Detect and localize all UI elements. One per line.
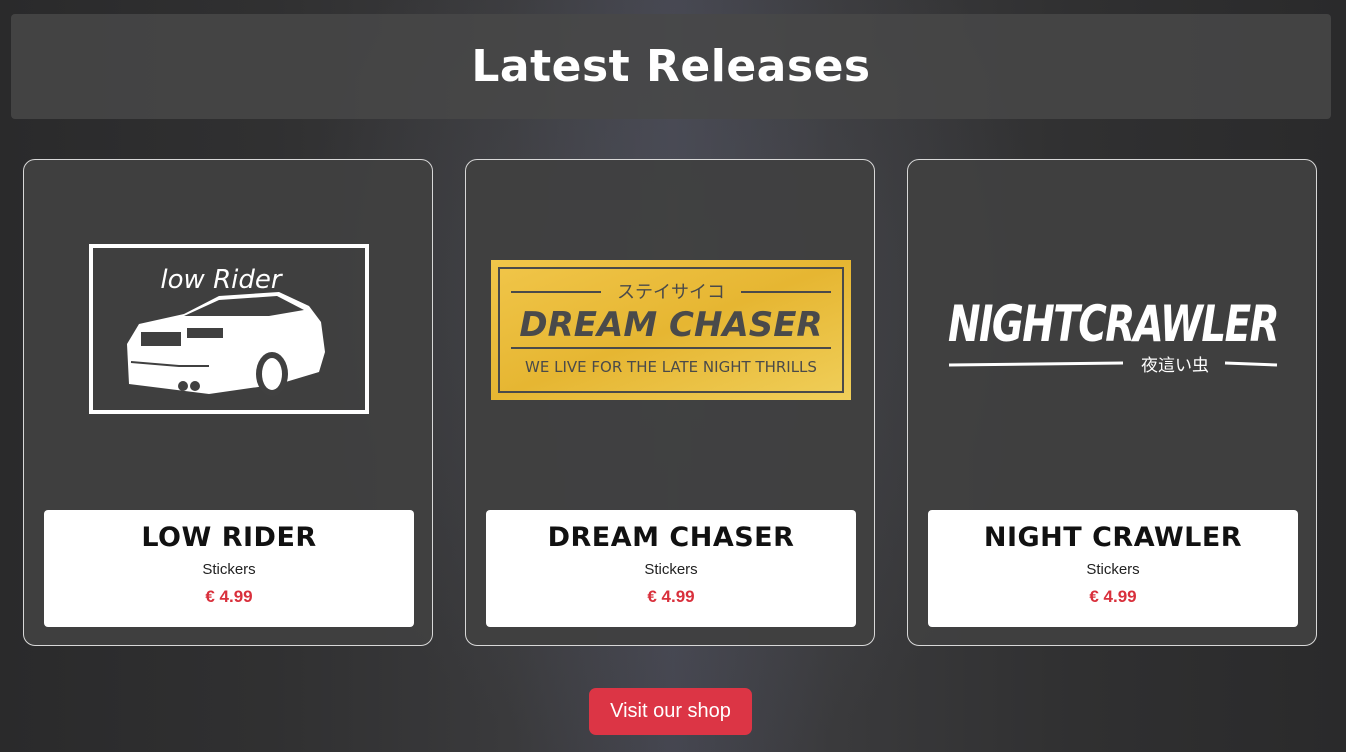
product-name[interactable]: NIGHT CRAWLER — [928, 522, 1298, 553]
product-category: Stickers — [1086, 561, 1140, 578]
product-category: Stickers — [644, 561, 698, 578]
night-crawler-art-text: NIGHTCRAWLER — [948, 295, 1278, 353]
product-info: LOW RIDER Stickers € 4.99 — [44, 510, 414, 627]
product-info: DREAM CHASER Stickers € 4.99 — [486, 510, 856, 627]
page-title: Latest Releases — [471, 41, 871, 92]
product-card-dream-chaser[interactable]: ステイサイコ DREAM CHASER WE LIVE FOR THE LATE… — [465, 159, 875, 646]
dream-chaser-kana: ステイサイコ — [617, 282, 725, 303]
latest-releases-header: Latest Releases — [11, 14, 1331, 119]
product-name[interactable]: DREAM CHASER — [486, 522, 856, 553]
low-rider-sticker-image[interactable]: low Rider — [44, 190, 414, 470]
product-card-night-crawler[interactable]: NIGHTCRAWLER 夜這い虫 NIGHT CRAWLER Stickers… — [907, 159, 1317, 646]
low-rider-art-text: low Rider — [160, 265, 283, 295]
night-crawler-sticker-image[interactable]: NIGHTCRAWLER 夜這い虫 — [928, 190, 1298, 470]
visit-shop-button[interactable]: Visit our shop — [589, 688, 752, 735]
product-price: € 4.99 — [205, 587, 253, 606]
product-info: NIGHT CRAWLER Stickers € 4.99 — [928, 510, 1298, 627]
dream-chaser-sticker-image[interactable]: ステイサイコ DREAM CHASER WE LIVE FOR THE LATE… — [486, 190, 856, 470]
product-price: € 4.99 — [1089, 587, 1137, 606]
dream-chaser-art-text: DREAM CHASER — [519, 305, 822, 345]
product-name[interactable]: LOW RIDER — [44, 522, 414, 553]
night-crawler-kana: 夜這い虫 — [1141, 356, 1209, 376]
product-price: € 4.99 — [647, 587, 695, 606]
product-card-low-rider[interactable]: low Rider LOW RIDER Stickers € 4.99 — [23, 159, 433, 646]
dream-chaser-tagline: WE LIVE FOR THE LATE NIGHT THRILLS — [525, 358, 817, 376]
product-category: Stickers — [202, 561, 256, 578]
